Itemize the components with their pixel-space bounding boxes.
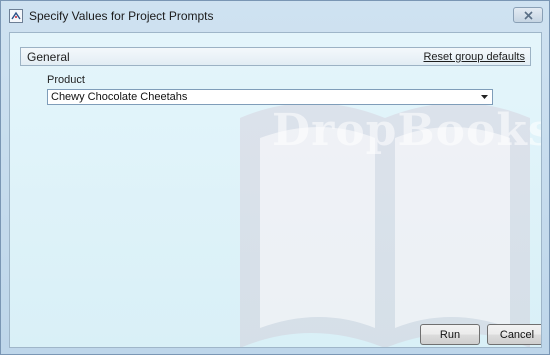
dialog-window: Specify Values for Project Prompts DropB… xyxy=(0,0,550,355)
group-header: General Reset group defaults xyxy=(20,47,531,66)
chevron-down-icon xyxy=(481,95,488,99)
reset-group-defaults-link[interactable]: Reset group defaults xyxy=(423,51,525,63)
watermark-text: DropBooks xyxy=(272,105,542,156)
app-icon xyxy=(9,9,23,23)
close-icon xyxy=(524,11,533,20)
run-button[interactable]: Run xyxy=(420,324,480,345)
close-button[interactable] xyxy=(513,7,543,23)
dialog-body: DropBooks General Reset group defaults P… xyxy=(9,32,542,348)
product-label: Product xyxy=(47,74,85,86)
product-select[interactable]: Chewy Chocolate Cheetahs xyxy=(47,89,493,105)
group-title: General xyxy=(27,50,70,64)
title-bar[interactable]: Specify Values for Project Prompts xyxy=(1,1,549,31)
window-title: Specify Values for Project Prompts xyxy=(29,9,214,23)
cancel-button[interactable]: Cancel xyxy=(487,324,541,345)
product-select-value: Chewy Chocolate Cheetahs xyxy=(51,91,188,103)
